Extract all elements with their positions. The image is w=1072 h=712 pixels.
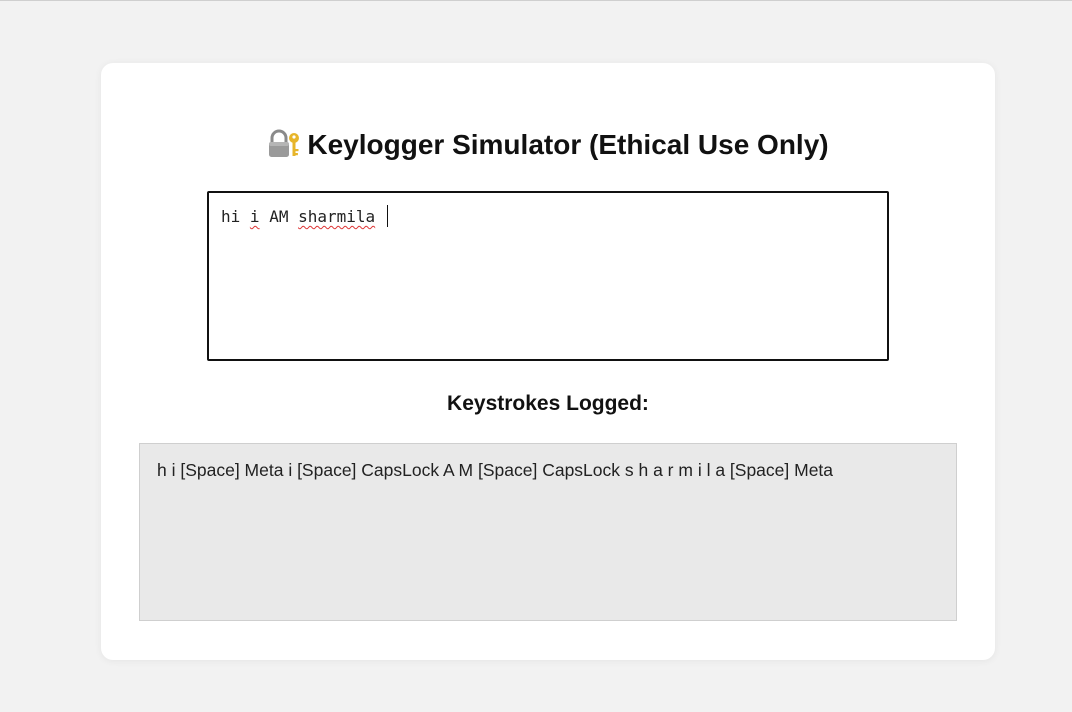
lock-with-key-icon: [267, 129, 301, 159]
typing-textarea[interactable]: hi i AM sharmila: [207, 191, 889, 361]
typed-word: AM: [269, 207, 289, 226]
keystrokes-log-text: h i [Space] Meta i [Space] CapsLock A M …: [157, 460, 834, 480]
page-title-text: Keylogger Simulator (Ethical Use Only): [307, 129, 829, 160]
page-title: Keylogger Simulator (Ethical Use Only): [101, 129, 995, 162]
typed-word-misspelled: sharmila: [298, 207, 376, 226]
typed-word-misspelled: i: [249, 207, 260, 226]
keystrokes-heading: Keystrokes Logged:: [447, 392, 649, 415]
typed-word: hi: [221, 207, 241, 226]
main-card: Keylogger Simulator (Ethical Use Only) h…: [101, 63, 995, 660]
window-top-border: [0, 0, 1072, 1]
text-caret: [386, 205, 388, 227]
keystrokes-log: h i [Space] Meta i [Space] CapsLock A M …: [139, 443, 957, 621]
